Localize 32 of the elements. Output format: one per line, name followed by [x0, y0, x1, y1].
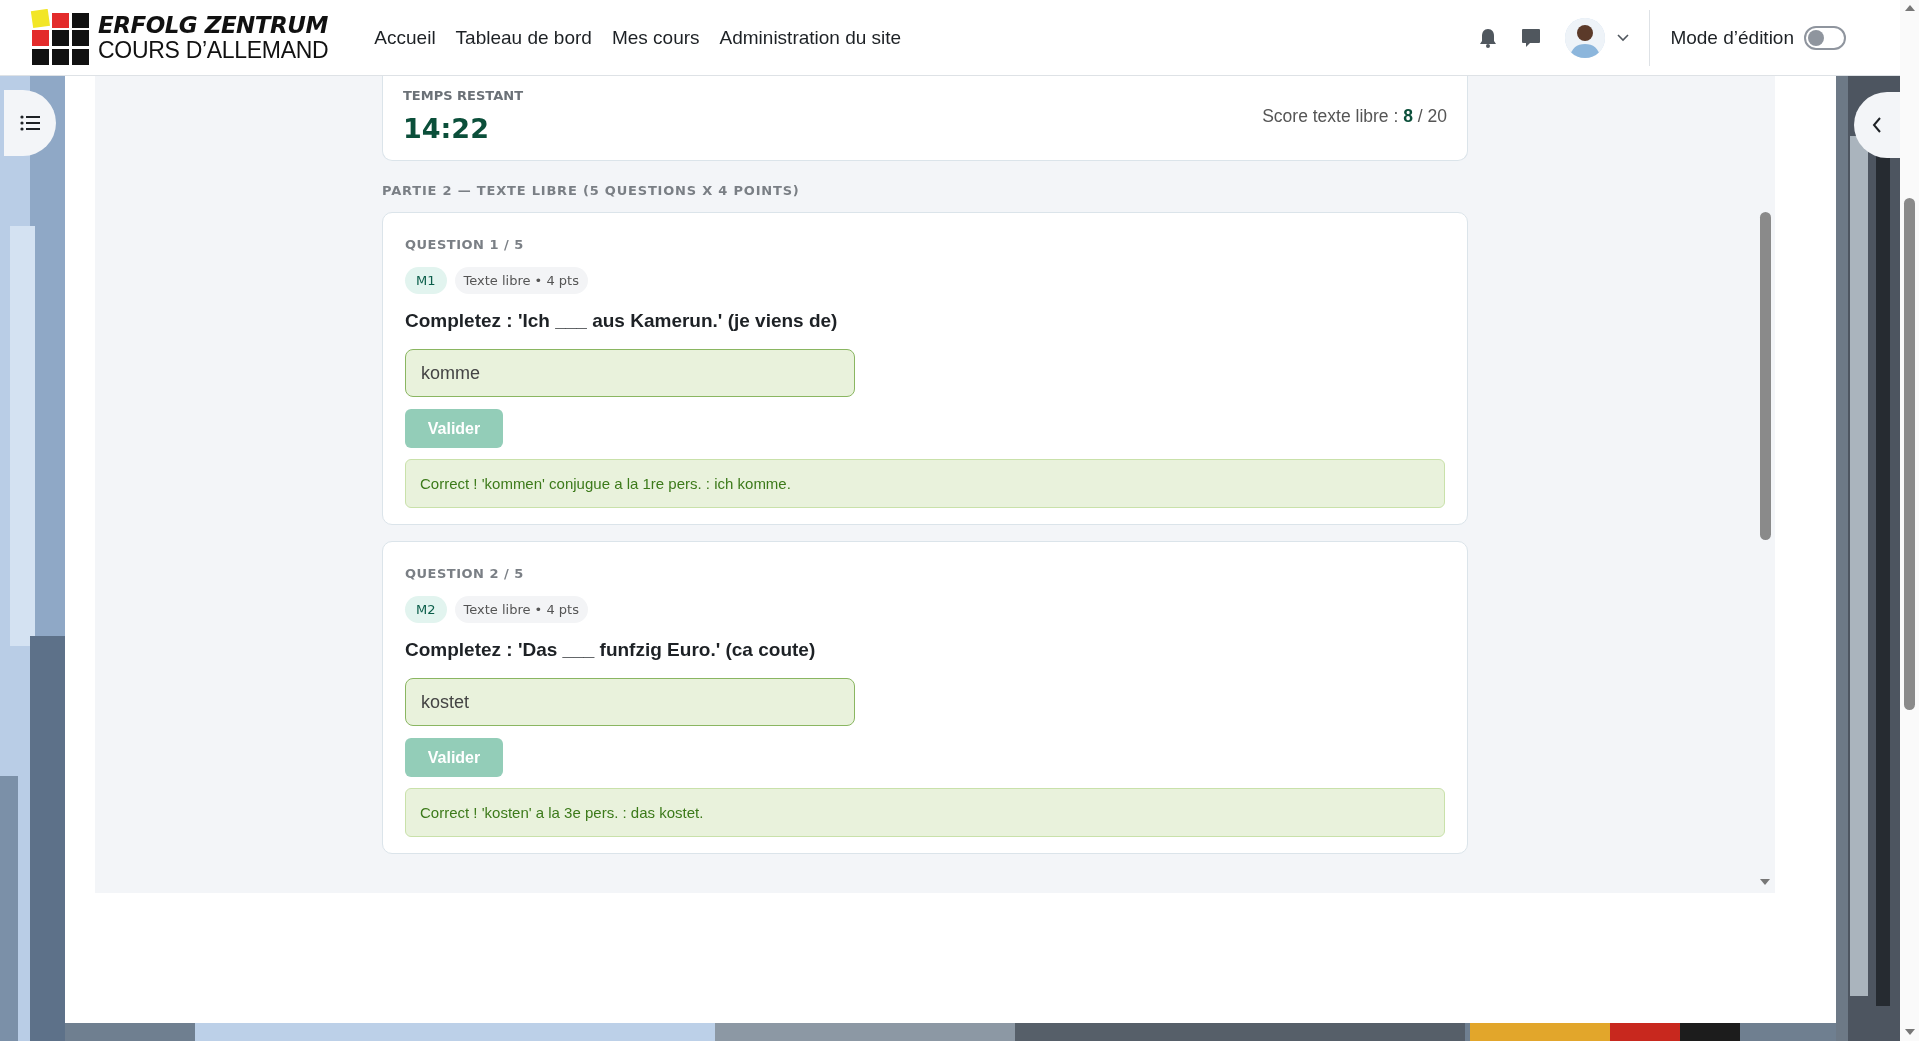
question-text: Completez : 'Das ___ funfzig Euro.' (ca coute) — [405, 639, 817, 661]
feedback-message: Correct ! 'kosten' a la 3e pers. : das kostet. — [405, 788, 1445, 837]
scrollbar-thumb[interactable] — [1760, 212, 1771, 540]
feedback-message: Correct ! 'kommen' conjugue a la 1re pers. : ich komme. — [405, 459, 1445, 508]
module-badge: M1 — [405, 267, 447, 294]
avatar-icon[interactable] — [1565, 17, 1606, 58]
nav-link[interactable]: Mes cours — [611, 26, 700, 49]
score-text: Score texte libre : 8 / 20 — [1262, 105, 1447, 127]
logo-title: ERFOLG ZENTRUM — [98, 13, 329, 37]
question-number: QUESTION 1 / 5 — [405, 237, 525, 252]
module-badge: M2 — [405, 596, 447, 623]
timer-label: TEMPS RESTANT — [403, 88, 524, 103]
chat-icon[interactable] — [1521, 27, 1542, 48]
scroll-down-icon[interactable] — [1905, 1028, 1915, 1036]
section-title: PARTIE 2 — TEXTE LIBRE (5 QUESTIONS X 4 POINTS) — [382, 183, 801, 198]
question-text: Completez : 'Ich ___ aus Kamerun.' (je viens de) — [405, 310, 839, 332]
edit-mode-toggle[interactable] — [1804, 25, 1846, 50]
scroll-down-icon[interactable] — [1760, 878, 1770, 886]
nav-link[interactable]: Tableau de bord — [455, 26, 592, 49]
timer-value: 14:22 — [403, 113, 490, 144]
scroll-up-icon[interactable] — [1905, 4, 1915, 12]
scrollbar-thumb[interactable] — [1904, 198, 1915, 710]
nav-link[interactable]: Administration du site — [719, 26, 902, 49]
type-badge: Texte libre • 4 pts — [454, 267, 588, 294]
type-badge: Texte libre • 4 pts — [454, 596, 588, 623]
edit-mode-label: Mode d’édition — [1670, 26, 1794, 49]
bell-icon[interactable] — [1479, 27, 1498, 48]
chevron-down-icon[interactable] — [1617, 33, 1630, 42]
logo-icon — [30, 8, 92, 67]
nav-link[interactable]: Accueil — [374, 26, 436, 49]
question-number: QUESTION 2 / 5 — [405, 566, 525, 581]
logo-subtitle: COURS D’ALLEMAND — [98, 38, 329, 62]
